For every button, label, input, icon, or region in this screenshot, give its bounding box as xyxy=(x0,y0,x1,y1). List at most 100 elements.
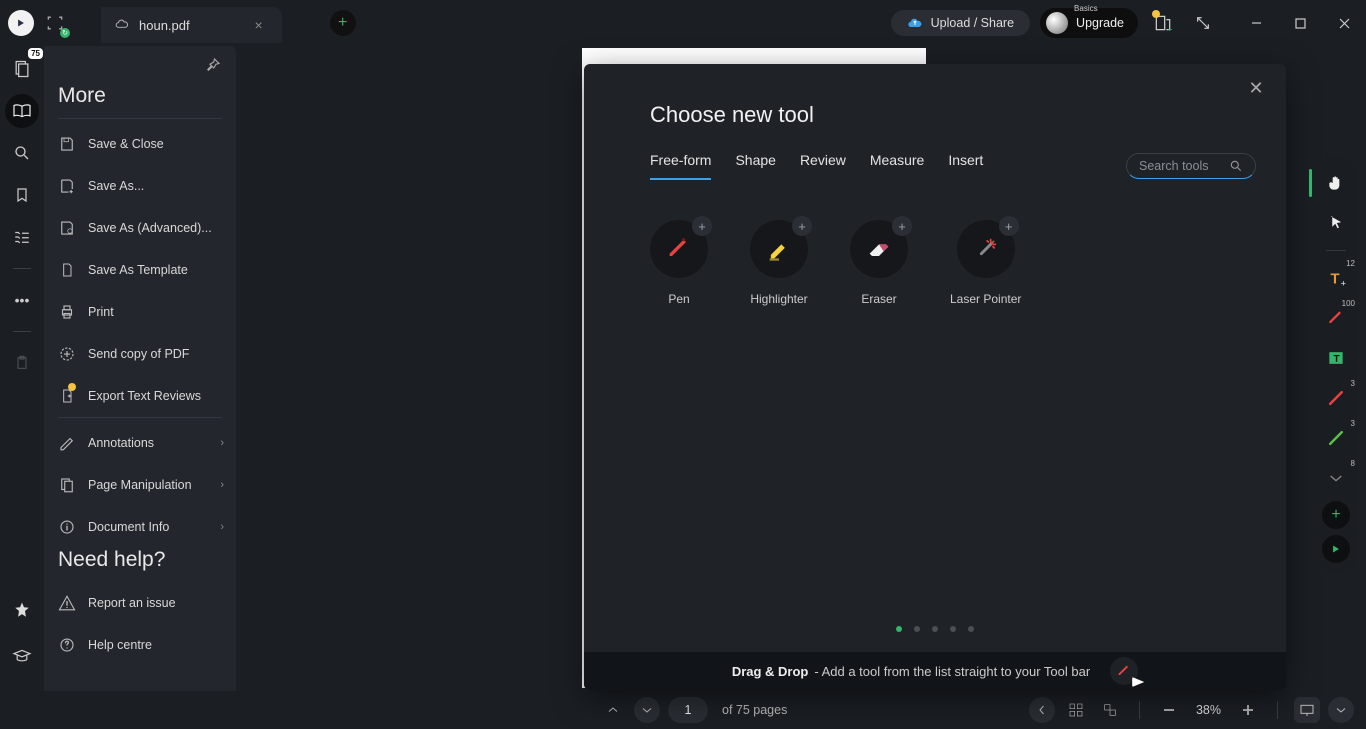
menu-help-centre[interactable]: Help centre xyxy=(44,624,236,666)
window-minimize-button[interactable] xyxy=(1234,9,1278,37)
svg-text:+: + xyxy=(1341,278,1346,288)
presentation-icon[interactable] xyxy=(1294,697,1320,723)
svg-text:+: + xyxy=(1168,24,1173,33)
tab-insert[interactable]: Insert xyxy=(948,152,983,180)
pin-icon[interactable] xyxy=(204,56,222,74)
add-tool-icon[interactable]: + xyxy=(892,216,912,236)
red-line-icon[interactable]: 3 xyxy=(1319,381,1353,415)
footer-chevron-icon[interactable] xyxy=(1328,697,1354,723)
green-line-icon[interactable]: 3 xyxy=(1319,421,1353,455)
pages-icon[interactable]: 75 xyxy=(5,52,39,86)
learn-cap-icon[interactable] xyxy=(5,639,39,673)
document-tab[interactable]: houn.pdf × xyxy=(101,7,282,43)
zoom-out-button[interactable] xyxy=(1156,697,1182,723)
menu-label: Save As Template xyxy=(88,263,188,277)
tab-close-icon[interactable]: × xyxy=(250,16,268,34)
chevron-right-icon: › xyxy=(220,437,224,449)
fit-page-icon[interactable] xyxy=(1097,697,1123,723)
book-icon[interactable] xyxy=(5,94,39,128)
title-bar: ↻ houn.pdf × + Upload / Share Basics Upg… xyxy=(0,0,1366,46)
page-up-button[interactable] xyxy=(600,697,626,723)
menu-send-copy[interactable]: Send copy of PDF xyxy=(44,333,236,375)
favorites-star-icon[interactable] xyxy=(5,593,39,627)
menu-save-close[interactable]: Save & Close xyxy=(44,123,236,165)
new-tab-button[interactable]: + xyxy=(330,10,356,36)
menu-print[interactable]: Print xyxy=(44,291,236,333)
menu-page-manipulation[interactable]: Page Manipulation › xyxy=(44,464,236,506)
menu-save-as-template[interactable]: Save As Template xyxy=(44,249,236,291)
tool-search-input[interactable] xyxy=(1139,159,1229,173)
add-tool-icon[interactable]: + xyxy=(792,216,812,236)
pages-manip-icon xyxy=(58,476,76,494)
search-icon[interactable] xyxy=(5,136,39,170)
sidebar-new-icon[interactable]: + xyxy=(1148,8,1178,38)
menu-document-info[interactable]: Document Info › xyxy=(44,506,236,548)
text-box-icon[interactable]: T xyxy=(1319,341,1353,375)
window-maximize-button[interactable] xyxy=(1278,9,1322,37)
info-icon xyxy=(58,518,76,536)
prev-arrow-button[interactable] xyxy=(1029,697,1055,723)
add-tool-button[interactable]: + xyxy=(1322,501,1350,529)
dnd-desc: - Add a tool from the list straight to y… xyxy=(814,664,1090,679)
help-icon xyxy=(58,636,76,654)
page-total-label: of 75 pages xyxy=(722,703,787,717)
clipboard-icon[interactable] xyxy=(5,346,39,380)
menu-save-as[interactable]: Save As... xyxy=(44,165,236,207)
bookmark-icon[interactable] xyxy=(5,178,39,212)
zoom-in-button[interactable] xyxy=(1235,697,1261,723)
pen-tool-icon[interactable]: 100 xyxy=(1319,301,1353,335)
grid-view-icon[interactable] xyxy=(1063,697,1089,723)
tab-free-form[interactable]: Free-form xyxy=(650,152,711,180)
orb-icon xyxy=(1046,12,1068,34)
warning-icon xyxy=(58,594,76,612)
select-pointer-icon[interactable] xyxy=(1319,206,1353,240)
pagination-dots[interactable] xyxy=(584,626,1286,652)
page-number-input[interactable]: 1 xyxy=(668,697,708,723)
tool-pen[interactable]: + Pen xyxy=(650,220,708,306)
status-footer: 1 of 75 pages 38% xyxy=(0,691,1366,729)
more-menu-icon[interactable]: ••• xyxy=(5,283,39,317)
text-t-icon[interactable]: 12 T+ xyxy=(1319,261,1353,295)
menu-label: Document Info xyxy=(88,520,169,534)
menu-label: Export Text Reviews xyxy=(88,389,201,403)
page-count-badge: 75 xyxy=(28,48,43,59)
brand-logo-icon[interactable] xyxy=(1322,535,1350,563)
upgrade-button[interactable]: Basics Upgrade xyxy=(1040,8,1138,38)
svg-text:T: T xyxy=(1334,354,1340,365)
review-list-icon[interactable] xyxy=(5,220,39,254)
zoom-level[interactable]: 38% xyxy=(1196,703,1221,717)
tab-shape[interactable]: Shape xyxy=(735,152,775,180)
tool-search[interactable] xyxy=(1126,153,1256,179)
pan-hand-icon[interactable] xyxy=(1319,166,1353,200)
tab-measure[interactable]: Measure xyxy=(870,152,924,180)
cloud-file-icon xyxy=(115,18,129,32)
page-down-button[interactable] xyxy=(634,697,660,723)
add-tool-icon[interactable]: + xyxy=(692,216,712,236)
fullscreen-icon[interactable] xyxy=(1188,8,1218,38)
add-tool-icon[interactable]: + xyxy=(999,216,1019,236)
upgrade-label: Upgrade xyxy=(1076,16,1124,30)
menu-annotations[interactable]: Annotations › xyxy=(44,422,236,464)
menu-label: Save & Close xyxy=(88,137,164,151)
modal-title: Choose new tool xyxy=(584,64,1286,128)
menu-report-issue[interactable]: Report an issue xyxy=(44,582,236,624)
menu-export-text-reviews[interactable]: Export Text Reviews xyxy=(44,375,236,417)
tool-highlighter[interactable]: + Highlighter xyxy=(750,220,808,306)
chevron-right-icon: › xyxy=(220,521,224,533)
tool-label: Pen xyxy=(668,292,689,306)
app-logo-icon[interactable] xyxy=(8,10,34,36)
tool-label: Laser Pointer xyxy=(950,292,1021,306)
send-icon xyxy=(58,345,76,363)
laser-pointer-icon xyxy=(972,235,1000,263)
menu-save-as-advanced[interactable]: Save As (Advanced)... xyxy=(44,207,236,249)
tool-eraser[interactable]: + Eraser xyxy=(850,220,908,306)
modal-close-button[interactable]: ✕ xyxy=(1244,76,1268,100)
tool-laser-pointer[interactable]: + Laser Pointer xyxy=(950,220,1021,306)
window-close-button[interactable] xyxy=(1322,9,1366,37)
more-tools-chevron-icon[interactable]: 8 xyxy=(1319,461,1353,495)
tab-review[interactable]: Review xyxy=(800,152,846,180)
capture-icon[interactable]: ↻ xyxy=(42,10,68,36)
dnd-pen-icon xyxy=(1110,657,1138,685)
reload-dot-icon: ↻ xyxy=(60,28,70,38)
upload-share-button[interactable]: Upload / Share xyxy=(891,10,1030,36)
